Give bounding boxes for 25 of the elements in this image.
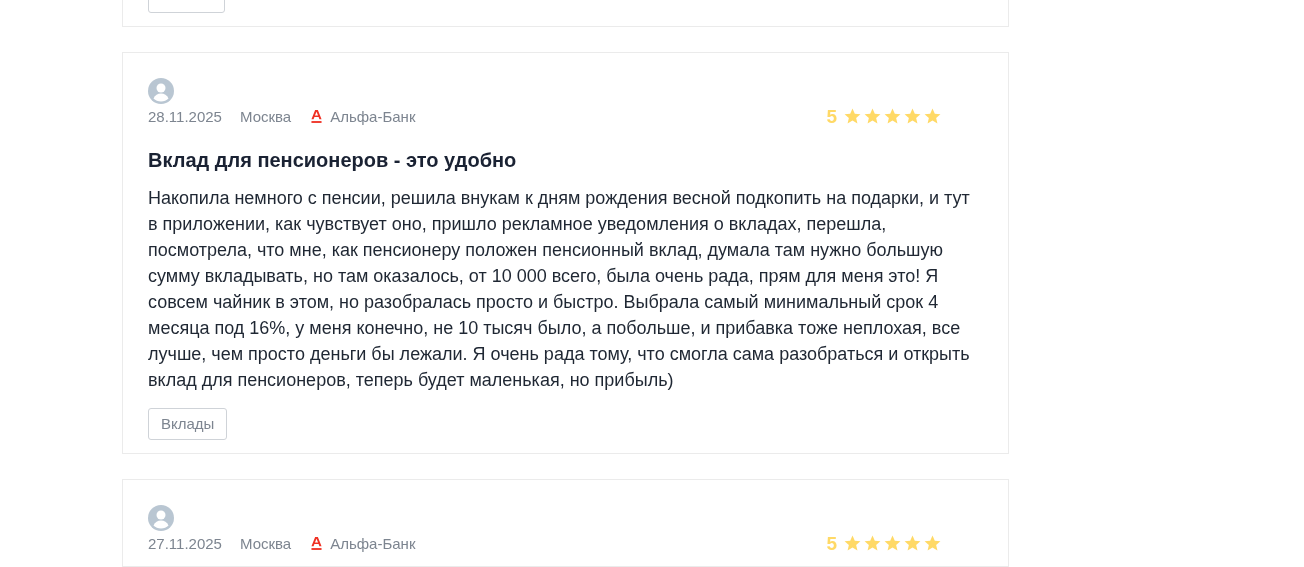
rating-value: 5	[826, 534, 837, 553]
star-icon	[903, 534, 922, 553]
star-icon	[843, 534, 862, 553]
review-date: 28.11.2025	[148, 108, 222, 125]
review-text: Накопила немного с пенсии, решила внукам к дням рождения весной подкопить на подарки, и тут в приложении, как чувствует оно, пришло рекламное уведомления о вкладах, перешла, посмотрела, что мне, как пенсионеру положен пенсионный вклад, думала там нужно большую сумму вкладывать, но там оказалось, от 10 000 всего, была очень рада, прям для меня это! Я совсем чайник в этом, но разобралась просто и быстро. Выбрала самый минимальный срок 4 месяца под 16%, у меня конечно, не 10 тысяч было, а побольше, и прибавка тоже неплохая, все лучше, чем просто деньги бы лежали. Я очень рада тому, что смогла сама разобраться и открыть вклад для пенсионеров, теперь будет маленькая, но прибыль)	[148, 187, 971, 392]
review-city: Москва	[239, 108, 292, 125]
star-icon	[903, 107, 922, 126]
bank-name: Альфа-Банк	[330, 535, 416, 552]
star-icon	[923, 534, 942, 553]
bank-name: Альфа-Банк	[330, 108, 416, 125]
review-date: 27.11.2025	[148, 535, 222, 552]
star-icon	[923, 107, 942, 126]
star-icon	[883, 534, 902, 553]
tag-button[interactable]: Вклады	[148, 408, 228, 440]
avatar-icon	[148, 78, 174, 104]
avatar-icon	[148, 505, 174, 531]
star-icon	[863, 107, 882, 126]
star-icon	[843, 107, 862, 126]
review-title: Вклад для пенсионеров - это удобно	[148, 148, 518, 173]
rating-value: 5	[826, 107, 837, 126]
star-icon	[863, 534, 882, 553]
bank-logo-icon	[311, 536, 323, 551]
bank-logo-icon	[311, 109, 323, 124]
review-city: Москва	[239, 535, 292, 552]
star-icon	[883, 107, 902, 126]
